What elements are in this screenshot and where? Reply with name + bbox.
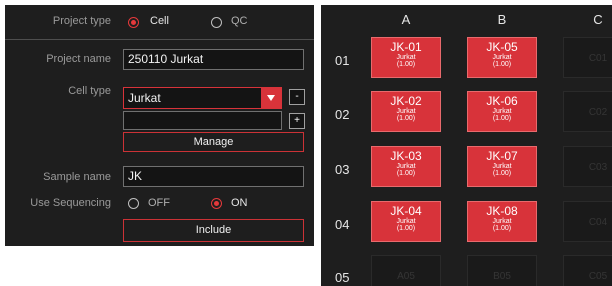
well-id: B05 — [493, 271, 511, 282]
well-value: (1.00) — [492, 115, 512, 122]
well-c05[interactable]: C05 — [563, 255, 612, 286]
well-id: JK-01 — [390, 40, 422, 54]
well-cell-name: Jurkat — [396, 218, 416, 225]
column-header-a: A — [401, 12, 411, 27]
well-cell-name: Jurkat — [396, 54, 416, 61]
well-id: JK-02 — [390, 94, 422, 108]
row-header-03: 03 — [335, 162, 350, 177]
well-value: (1.00) — [492, 225, 512, 232]
well-id: C04 — [588, 217, 608, 228]
well-cell-name: Jurkat — [396, 108, 416, 115]
well-id: C02 — [588, 107, 608, 118]
cell-type-selected: Jurkat — [128, 91, 161, 105]
sample-name-input[interactable]: JK — [123, 166, 304, 187]
well-id: JK-06 — [486, 94, 518, 108]
radio-cell[interactable] — [128, 17, 139, 28]
well-a02[interactable]: JK-02 Jurkat (1.00) — [371, 91, 441, 132]
well-b04[interactable]: JK-08 Jurkat (1.00) — [467, 201, 537, 242]
well-a05[interactable]: A05 — [371, 255, 441, 286]
radio-sequencing-off[interactable] — [128, 198, 139, 209]
well-b01[interactable]: JK-05 Jurkat (1.00) — [467, 37, 537, 78]
well-value: (1.00) — [396, 225, 416, 232]
radio-sequencing-on[interactable] — [211, 198, 222, 209]
new-cell-type-input[interactable] — [123, 111, 282, 130]
well-c02[interactable]: C02 — [563, 91, 612, 132]
well-a01[interactable]: JK-01 Jurkat (1.00) — [371, 37, 441, 78]
column-header-b: B — [497, 12, 507, 27]
radio-cell-label[interactable]: Cell — [150, 15, 169, 27]
well-id: JK-08 — [486, 204, 518, 218]
sample-name-label: Sample name — [43, 171, 111, 183]
well-value: (1.00) — [396, 61, 416, 68]
well-c03[interactable]: C03 — [563, 146, 612, 187]
radio-sequencing-off-label[interactable]: OFF — [148, 197, 170, 209]
well-cell-name: Jurkat — [492, 218, 512, 225]
cell-type-select[interactable]: Jurkat — [123, 87, 282, 109]
row-header-02: 02 — [335, 107, 350, 122]
well-a03[interactable]: JK-03 Jurkat (1.00) — [371, 146, 441, 187]
well-b05[interactable]: B05 — [467, 255, 537, 286]
well-id: C01 — [588, 53, 608, 64]
column-header-c: C — [593, 12, 603, 27]
well-id: JK-04 — [390, 204, 422, 218]
well-b02[interactable]: JK-06 Jurkat (1.00) — [467, 91, 537, 132]
row-header-01: 01 — [335, 53, 350, 68]
project-type-row: Project type Cell QC — [5, 5, 314, 40]
well-id: C05 — [588, 271, 608, 282]
well-value: (1.00) — [396, 170, 416, 177]
well-plate-panel: A B C 01 02 03 04 05 JK-01 Jurkat (1.00)… — [321, 5, 612, 286]
well-cell-name: Jurkat — [396, 163, 416, 170]
well-id: JK-07 — [486, 149, 518, 163]
manage-button[interactable]: Manage — [123, 132, 304, 152]
row-header-05: 05 — [335, 270, 350, 285]
radio-qc[interactable] — [211, 17, 222, 28]
radio-sequencing-on-label[interactable]: ON — [231, 197, 248, 209]
row-header-04: 04 — [335, 217, 350, 232]
cell-type-label: Cell type — [68, 85, 111, 97]
well-id: JK-05 — [486, 40, 518, 54]
remove-cell-type-button[interactable]: - — [289, 89, 305, 105]
well-value: (1.00) — [492, 61, 512, 68]
well-value: (1.00) — [492, 170, 512, 177]
project-type-label: Project type — [52, 15, 111, 27]
well-value: (1.00) — [396, 115, 416, 122]
radio-qc-label[interactable]: QC — [231, 15, 248, 27]
project-name-input[interactable]: 250110 Jurkat — [123, 49, 304, 70]
use-sequencing-label: Use Sequencing — [30, 197, 111, 209]
well-id: JK-03 — [390, 149, 422, 163]
well-cell-name: Jurkat — [492, 163, 512, 170]
well-b03[interactable]: JK-07 Jurkat (1.00) — [467, 146, 537, 187]
project-settings-panel: Project type Cell QC Project name 250110… — [5, 5, 314, 246]
well-cell-name: Jurkat — [492, 108, 512, 115]
well-c04[interactable]: C04 — [563, 201, 612, 242]
well-id: C03 — [588, 162, 608, 173]
include-button[interactable]: Include — [123, 219, 304, 242]
project-name-label: Project name — [46, 53, 111, 65]
well-id: A05 — [397, 271, 415, 282]
well-c01[interactable]: C01 — [563, 37, 612, 78]
well-a04[interactable]: JK-04 Jurkat (1.00) — [371, 201, 441, 242]
add-cell-type-button[interactable]: + — [289, 113, 305, 129]
dropdown-arrow-icon[interactable] — [261, 88, 281, 108]
well-cell-name: Jurkat — [492, 54, 512, 61]
